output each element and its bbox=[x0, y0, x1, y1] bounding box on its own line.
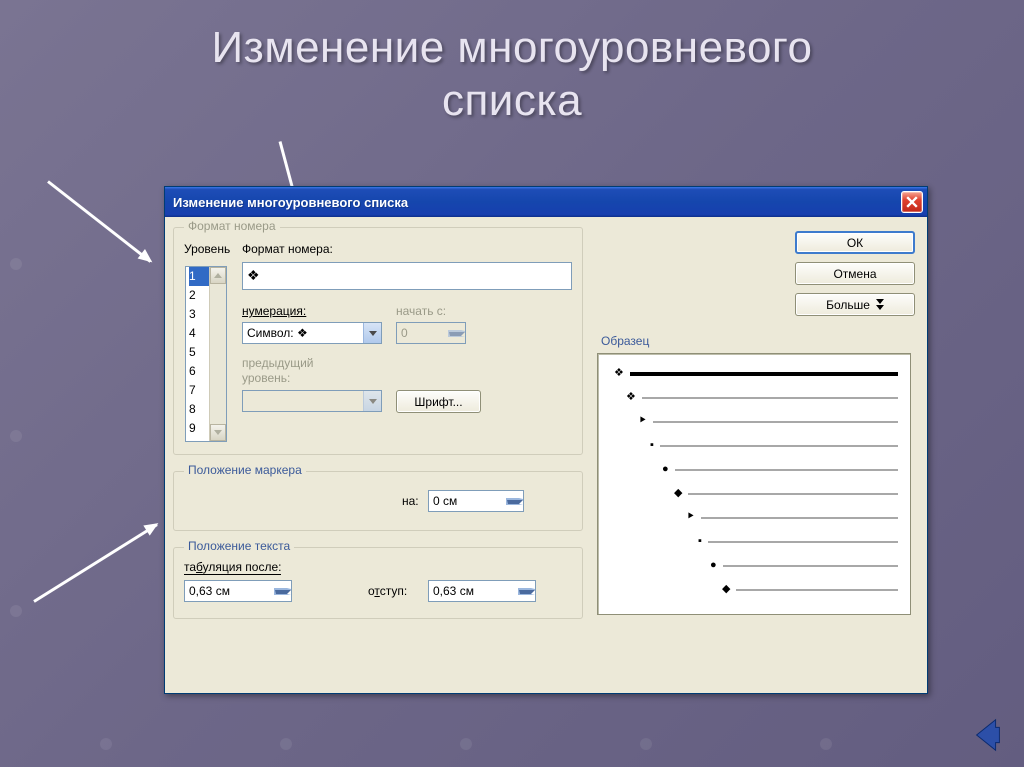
dropdown-button[interactable] bbox=[363, 323, 381, 343]
preview-line bbox=[630, 372, 898, 376]
preview-row: ❖ bbox=[626, 396, 898, 399]
preview-line bbox=[708, 541, 898, 543]
dialog-title: Изменение многоуровневого списка bbox=[173, 195, 408, 210]
preview-row: ❖ bbox=[614, 372, 898, 375]
level-item[interactable]: 8 bbox=[189, 400, 209, 419]
preview-row: ⯈ bbox=[638, 420, 898, 423]
group-preview: Образец ❖❖⯈▪●◆⯈▪●◆ bbox=[597, 343, 911, 619]
level-listbox[interactable]: 123456789 bbox=[185, 266, 227, 442]
close-button[interactable] bbox=[901, 191, 923, 213]
indent-label: отступ: bbox=[368, 584, 407, 598]
spinner-buttons bbox=[448, 330, 465, 337]
tab-after-spinner[interactable]: 0,63 см bbox=[184, 580, 292, 602]
preview-line bbox=[736, 589, 898, 591]
indent-spinner[interactable]: 0,63 см bbox=[428, 580, 536, 602]
dialog-multilevel-list: Изменение многоуровневого списка ОК Отме… bbox=[164, 186, 928, 694]
number-format-input[interactable]: ❖ bbox=[242, 262, 572, 290]
bullet-icon: ⯈ bbox=[686, 516, 695, 519]
close-icon bbox=[906, 196, 918, 208]
prev-level-label: предыдущий уровень: bbox=[242, 356, 314, 386]
tab-after-label: табуляция после: bbox=[184, 560, 281, 574]
preview-row: ⯈ bbox=[686, 516, 898, 519]
bullet-icon: ❖ bbox=[614, 372, 624, 375]
preview-row: ● bbox=[710, 564, 898, 567]
chevron-down-icon bbox=[876, 299, 884, 310]
level-item[interactable]: 4 bbox=[189, 324, 209, 343]
preview-box: ❖ ❖ ⯈ ▪ ● ◆ ⯈ ▪ ● ◆ bbox=[597, 353, 911, 615]
font-button[interactable]: Шрифт... bbox=[396, 390, 481, 413]
bullet-icon: ● bbox=[662, 468, 669, 471]
scroll-up-button[interactable] bbox=[210, 267, 226, 284]
preview-row: ▪ bbox=[650, 444, 898, 447]
group-number-format-legend: Формат номера bbox=[184, 219, 280, 233]
bullet-icon: ❖ bbox=[626, 396, 636, 399]
preview-line bbox=[642, 397, 898, 399]
group-number-format: Формат номера Уровень Формат номера: 123… bbox=[173, 227, 583, 455]
arrow-up-icon bbox=[214, 273, 222, 278]
arrow-down-icon bbox=[507, 500, 523, 505]
pointer-arrow bbox=[33, 523, 158, 602]
numbering-combo[interactable]: Символ: ❖ bbox=[242, 322, 382, 344]
bullet-icon: ▪ bbox=[698, 540, 702, 543]
level-item[interactable]: 2 bbox=[189, 286, 209, 305]
nav-prev-button[interactable] bbox=[966, 713, 1010, 757]
group-marker-position: Положение маркера на: 0 см bbox=[173, 471, 583, 531]
arrow-up-icon bbox=[507, 498, 523, 499]
pointer-arrow bbox=[47, 180, 151, 262]
spinner-buttons[interactable] bbox=[274, 588, 291, 595]
preview-row: ● bbox=[662, 468, 898, 471]
scroll-down-button[interactable] bbox=[210, 424, 226, 441]
level-item[interactable]: 1 bbox=[189, 267, 209, 286]
level-item[interactable]: 7 bbox=[189, 381, 209, 400]
preview-line bbox=[701, 517, 898, 519]
level-item[interactable]: 5 bbox=[189, 343, 209, 362]
numbering-label: нумерация: bbox=[242, 304, 306, 318]
preview-row: ◆ bbox=[722, 588, 898, 591]
arrow-down-icon bbox=[275, 590, 291, 595]
dialog-titlebar: Изменение многоуровневого списка bbox=[165, 187, 927, 217]
level-label: Уровень bbox=[184, 242, 230, 256]
arrow-down-icon bbox=[519, 590, 535, 595]
start-at-spinner: 0 bbox=[396, 322, 466, 344]
preview-line bbox=[653, 421, 898, 423]
more-button[interactable]: Больше bbox=[795, 293, 915, 316]
format-label: Формат номера: bbox=[242, 242, 333, 256]
bullet-icon: ⯈ bbox=[638, 420, 647, 423]
group-marker-legend: Положение маркера bbox=[184, 463, 306, 477]
arrow-up-icon bbox=[519, 588, 535, 589]
group-text-position: Положение текста табуляция после: 0,63 с… bbox=[173, 547, 583, 619]
arrow-down-icon bbox=[214, 430, 222, 435]
nav-prev-icon bbox=[969, 716, 1007, 754]
prev-level-combo bbox=[242, 390, 382, 412]
preview-row: ▪ bbox=[698, 540, 898, 543]
spinner-buttons[interactable] bbox=[518, 588, 535, 595]
ok-button[interactable]: ОК bbox=[795, 231, 915, 254]
bullet-icon: ◆ bbox=[674, 492, 682, 495]
spinner-buttons[interactable] bbox=[506, 498, 523, 505]
marker-at-label: на: bbox=[402, 494, 419, 508]
preview-line bbox=[723, 565, 898, 567]
bullet-icon: ◆ bbox=[722, 588, 730, 591]
level-item[interactable]: 6 bbox=[189, 362, 209, 381]
slide-title: Изменение многоуровневого списка bbox=[0, 0, 1024, 128]
preview-line bbox=[660, 445, 898, 447]
start-at-label: начать с: bbox=[396, 304, 446, 318]
preview-line bbox=[675, 469, 898, 471]
bullet-icon: ▪ bbox=[650, 444, 654, 447]
level-item[interactable]: 3 bbox=[189, 305, 209, 324]
preview-row: ◆ bbox=[674, 492, 898, 495]
level-item[interactable]: 9 bbox=[189, 419, 209, 438]
group-preview-legend: Образец bbox=[597, 334, 653, 348]
bullet-icon: ● bbox=[710, 564, 717, 567]
arrow-up-icon bbox=[275, 588, 291, 589]
scrollbar[interactable] bbox=[209, 267, 226, 441]
chevron-down-icon bbox=[369, 331, 377, 336]
cancel-button[interactable]: Отмена bbox=[795, 262, 915, 285]
preview-line bbox=[688, 493, 898, 495]
group-text-legend: Положение текста bbox=[184, 539, 294, 553]
marker-at-spinner[interactable]: 0 см bbox=[428, 490, 524, 512]
